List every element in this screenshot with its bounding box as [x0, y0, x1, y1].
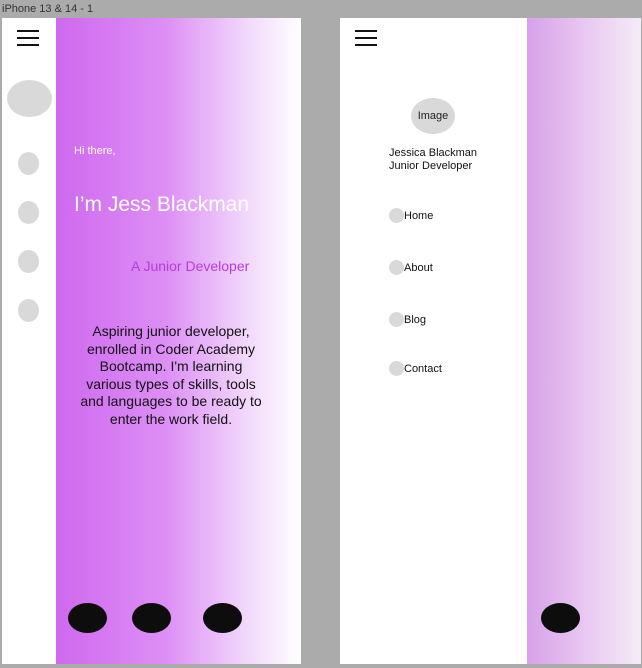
backdrop-panel[interactable] [527, 18, 641, 664]
menu-item-label: Blog [404, 314, 427, 326]
menu-item-label: About [404, 262, 433, 274]
nav-dot-home[interactable] [18, 152, 39, 175]
nav-dot-contact[interactable] [18, 299, 39, 322]
frame-title: iPhone 13 & 14 - 1 [2, 3, 94, 15]
profile-name: Jessica Blackman [389, 147, 478, 159]
hero-section: Hi there, I’m Jess Blackman A Junior Dev… [56, 18, 301, 664]
social-icon[interactable] [203, 603, 242, 633]
landing-frame: Hi there, I’m Jess Blackman A Junior Dev… [2, 18, 301, 664]
menu-item-label: Home [404, 210, 434, 222]
social-icon[interactable] [132, 603, 171, 633]
contact-icon [389, 361, 404, 376]
home-icon [389, 208, 404, 223]
profile-image-label: Image [417, 110, 449, 122]
profile-title: Junior Developer [389, 160, 473, 172]
menu-frame: Image Jessica Blackman Junior Developer … [340, 18, 641, 664]
social-icon[interactable] [68, 603, 107, 633]
blog-icon [389, 312, 404, 327]
hero-role: A Junior Developer [131, 258, 250, 274]
hero-bio: Aspiring junior developer, enrolled in C… [80, 323, 262, 427]
about-icon [389, 260, 404, 275]
nav-dot-about[interactable] [18, 201, 39, 224]
social-icon[interactable] [541, 603, 580, 633]
hamburger-icon[interactable] [355, 30, 377, 46]
icon-rail [2, 18, 56, 664]
hero-name: I’m Jess Blackman [74, 193, 250, 216]
avatar [7, 80, 52, 117]
nav-dot-blog[interactable] [18, 250, 39, 273]
menu-item-label: Contact [404, 363, 442, 375]
profile-image: Image [411, 98, 455, 134]
greeting-text: Hi there, [74, 145, 116, 157]
hamburger-icon[interactable] [17, 30, 39, 46]
